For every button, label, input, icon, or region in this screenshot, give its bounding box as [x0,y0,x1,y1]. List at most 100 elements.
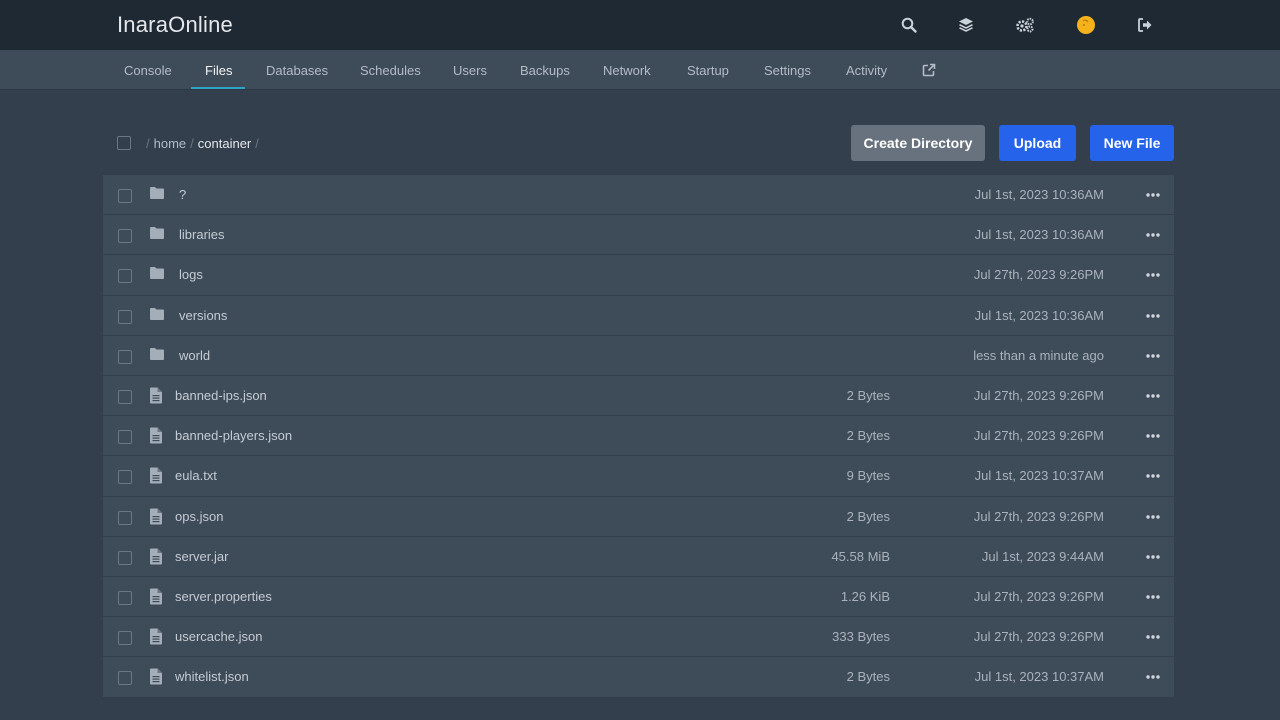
file-list: ? Jul 1st, 2023 10:36AM libraries Jul 1st, … [103,175,1174,698]
breadcrumb: / home / container / [146,135,259,151]
breadcrumb-separator: / [190,135,194,151]
file-name: usercache.json [175,629,263,645]
more-options-icon[interactable] [1146,268,1160,282]
file-icon [149,467,165,485]
table-row[interactable]: ops.json 2 Bytes Jul 27th, 2023 9:26PM [103,496,1174,537]
table-row[interactable]: server.jar 45.58 MiB Jul 1st, 2023 9:44AM [103,536,1174,577]
row-checkbox[interactable] [118,550,132,565]
more-options-icon[interactable] [1146,510,1160,524]
row-checkbox[interactable] [118,189,132,203]
file-name: libraries [179,227,225,243]
table-row[interactable]: banned-players.json 2 Bytes Jul 27th, 2023… [103,416,1174,457]
search-icon[interactable] [899,14,919,36]
file-size: 333 Bytes [832,629,890,645]
file-name: server.jar [175,548,229,564]
layers-icon[interactable] [956,14,976,36]
file-size: 45.58 MiB [831,548,890,564]
tab-databases[interactable]: Databases [266,50,328,90]
file-size: 2 Bytes [846,428,890,444]
more-options-icon[interactable] [1146,188,1160,202]
more-options-icon[interactable] [1146,309,1160,323]
file-modified: Jul 27th, 2023 9:26PM [973,588,1104,604]
table-row[interactable]: usercache.json 333 Bytes Jul 27th, 2023 9:… [103,617,1174,658]
file-name: ? [179,187,187,202]
more-options-icon[interactable] [1146,349,1160,363]
tab-settings[interactable]: Settings [764,50,811,90]
table-row[interactable]: banned-ips.json 2 Bytes Jul 27th, 2023 9:2… [103,375,1174,417]
file-modified: Jul 27th, 2023 9:26PM [973,508,1104,524]
table-row[interactable]: libraries Jul 1st, 2023 10:36AM [103,215,1174,256]
file-modified: Jul 1st, 2023 10:36AM [974,187,1104,202]
tab-activity[interactable]: Activity [846,50,887,90]
folder-icon [149,226,165,244]
row-checkbox[interactable] [118,510,132,525]
breadcrumb-separator: / [255,135,259,151]
file-size: 9 Bytes [846,468,890,484]
table-row[interactable]: ? Jul 1st, 2023 10:36AM [103,175,1174,216]
table-row[interactable]: whitelist.json 2 Bytes Jul 1st, 2023 10:37… [103,657,1174,698]
table-row[interactable]: eula.txt 9 Bytes Jul 1st, 2023 10:37AM [103,456,1174,497]
breadcrumb-container: container [197,135,252,151]
more-options-icon[interactable] [1146,228,1160,242]
file-icon [149,588,165,606]
tab-users[interactable]: Users [453,50,487,90]
file-size: 1.26 KiB [840,588,890,604]
folder-icon [149,347,165,365]
file-name: banned-ips.json [175,387,267,403]
file-modified: Jul 27th, 2023 9:26PM [973,267,1104,283]
row-checkbox[interactable] [118,349,132,364]
select-all-checkbox[interactable] [117,136,131,150]
breadcrumb-separator: / [146,135,150,151]
file-modified: Jul 1st, 2023 10:37AM [974,669,1104,685]
row-checkbox[interactable] [118,229,132,244]
avatar[interactable] [1076,14,1096,36]
cogs-icon[interactable] [1015,14,1035,36]
file-modified: Jul 1st, 2023 10:37AM [974,468,1104,484]
row-checkbox[interactable] [118,671,132,686]
tab-schedules[interactable]: Schedules [360,50,421,90]
row-checkbox[interactable] [118,269,132,284]
new-file-button[interactable]: New File [1090,125,1174,161]
breadcrumb-home[interactable]: home [154,136,187,151]
file-icon [149,387,165,405]
file-modified: Jul 1st, 2023 9:44AM [981,548,1104,564]
external-link-icon[interactable] [922,50,936,90]
brand-title[interactable]: InaraOnline [117,12,233,38]
file-name: logs [179,267,203,283]
file-name: world [179,347,211,363]
row-checkbox[interactable] [118,631,132,646]
file-modified: Jul 27th, 2023 9:26PM [973,387,1104,403]
file-name: versions [179,307,228,323]
tab-network[interactable]: Network [603,50,651,90]
folder-icon [149,266,165,284]
table-row[interactable]: world less than a minute ago [103,335,1174,376]
more-options-icon[interactable] [1146,550,1160,564]
tab-backups[interactable]: Backups [520,50,570,90]
more-options-icon[interactable] [1146,429,1160,443]
more-options-icon[interactable] [1146,670,1160,684]
more-options-icon[interactable] [1146,590,1160,604]
more-options-icon[interactable] [1146,630,1160,644]
row-checkbox[interactable] [118,470,132,485]
create-directory-button[interactable]: Create Directory [851,125,985,161]
file-modified: Jul 27th, 2023 9:26PM [973,629,1104,645]
more-options-icon[interactable] [1146,469,1160,483]
table-row[interactable]: server.properties 1.26 KiB Jul 27th, 2023 … [103,576,1174,618]
file-icon [149,628,165,646]
row-checkbox[interactable] [118,389,132,404]
row-checkbox[interactable] [118,590,132,605]
tab-startup[interactable]: Startup [687,50,729,90]
file-size: 2 Bytes [846,508,890,524]
more-options-icon[interactable] [1146,389,1160,403]
table-row[interactable]: versions Jul 1st, 2023 10:36AM [103,295,1174,336]
tab-console[interactable]: Console [124,50,172,90]
sign-out-icon[interactable] [1135,14,1155,36]
file-modified: Jul 1st, 2023 10:36AM [974,227,1104,243]
upload-button[interactable]: Upload [999,125,1076,161]
file-name: whitelist.json [175,669,249,685]
tab-files[interactable]: Files [205,50,232,90]
row-checkbox[interactable] [118,309,132,324]
file-size: 2 Bytes [846,387,890,403]
table-row[interactable]: logs Jul 27th, 2023 9:26PM [103,255,1174,296]
row-checkbox[interactable] [118,430,132,445]
